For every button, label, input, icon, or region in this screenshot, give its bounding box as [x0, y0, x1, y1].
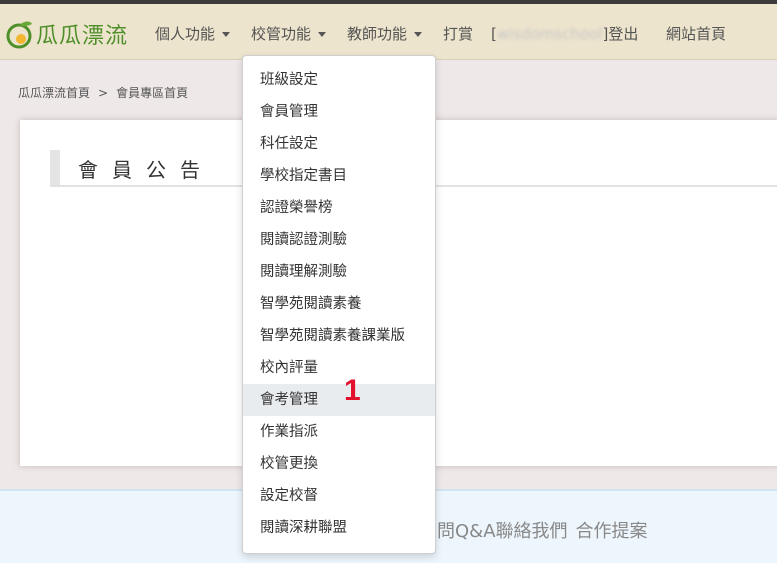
- menu-item-reading-comprehension-test[interactable]: 閱讀理解測驗: [243, 256, 435, 288]
- nav-school-admin-label: 校管功能: [251, 25, 312, 43]
- user-account: [wisdomschool]登出: [491, 23, 638, 44]
- chevron-down-icon: [318, 32, 327, 37]
- footer-qa-contact-link[interactable]: 問Q&A聯絡我們: [437, 521, 568, 542]
- site-logo[interactable]: 瓜瓜漂流: [4, 19, 128, 49]
- chevron-down-icon: [222, 32, 231, 37]
- nav-tip-link[interactable]: 打賞: [443, 23, 473, 44]
- school-admin-dropdown: 班級設定 會員管理 科任設定 學校指定書目 認證榮譽榜 閱讀認證測驗 閱讀理解測…: [242, 55, 436, 554]
- nav-personal-label: 個人功能: [155, 25, 216, 43]
- breadcrumb: 瓜瓜漂流首頁 > 會員專區首頁: [18, 84, 188, 101]
- nav-personal-menu[interactable]: 個人功能: [155, 23, 231, 44]
- user-name: wisdomschool: [496, 25, 603, 43]
- site-home-link[interactable]: 網站首頁: [666, 23, 726, 44]
- nav-school-admin-menu[interactable]: 校管功能: [251, 23, 327, 44]
- menu-item-member-management[interactable]: 會員管理: [243, 96, 435, 128]
- menu-item-school-supervisor[interactable]: 設定校督: [243, 480, 435, 512]
- menu-item-reading-certification-test[interactable]: 閱讀認證測驗: [243, 224, 435, 256]
- menu-item-subject-teacher-settings[interactable]: 科任設定: [243, 128, 435, 160]
- chevron-down-icon: [414, 32, 423, 37]
- announcement-title: 會員公告: [78, 158, 214, 182]
- nav-teacher-menu[interactable]: 教師功能: [347, 23, 423, 44]
- breadcrumb-member-link[interactable]: 會員專區首頁: [116, 86, 188, 100]
- menu-item-exam-management[interactable]: 會考管理: [243, 384, 435, 416]
- melon-leaf-logo-icon: [6, 21, 32, 49]
- menu-item-class-settings[interactable]: 班級設定: [243, 64, 435, 96]
- step-marker: 1: [344, 374, 361, 407]
- menu-item-reading-literacy[interactable]: 智學苑閱讀素養: [243, 288, 435, 320]
- logout-link[interactable]: 登出: [608, 25, 638, 43]
- menu-item-school-assessment[interactable]: 校內評量: [243, 352, 435, 384]
- breadcrumb-separator: >: [98, 86, 109, 100]
- user-bracket-open: [: [491, 25, 497, 43]
- menu-item-assignment[interactable]: 作業指派: [243, 416, 435, 448]
- nav-teacher-label: 教師功能: [347, 25, 408, 43]
- menu-item-reading-alliance[interactable]: 閱讀深耕聯盟: [243, 512, 435, 544]
- breadcrumb-home-link[interactable]: 瓜瓜漂流首頁: [18, 86, 90, 100]
- announcement-accent-bar: [50, 150, 60, 186]
- navbar: 瓜瓜漂流 個人功能 校管功能 教師功能 打賞 [wisdomschool]登出 …: [0, 4, 777, 60]
- menu-item-admin-transfer[interactable]: 校管更換: [243, 448, 435, 480]
- footer-cooperation-link[interactable]: 合作提案: [576, 521, 648, 542]
- dropdown-menu-list: 班級設定 會員管理 科任設定 學校指定書目 認證榮譽榜 閱讀認證測驗 閱讀理解測…: [243, 56, 435, 544]
- menu-item-school-booklist[interactable]: 學校指定書目: [243, 160, 435, 192]
- brand-name: 瓜瓜漂流: [36, 24, 129, 49]
- menu-item-honor-board[interactable]: 認證榮譽榜: [243, 192, 435, 224]
- footer-links: 問Q&A聯絡我們 合作提案: [437, 517, 648, 543]
- menu-item-reading-literacy-course[interactable]: 智學苑閱讀素養課業版: [243, 320, 435, 352]
